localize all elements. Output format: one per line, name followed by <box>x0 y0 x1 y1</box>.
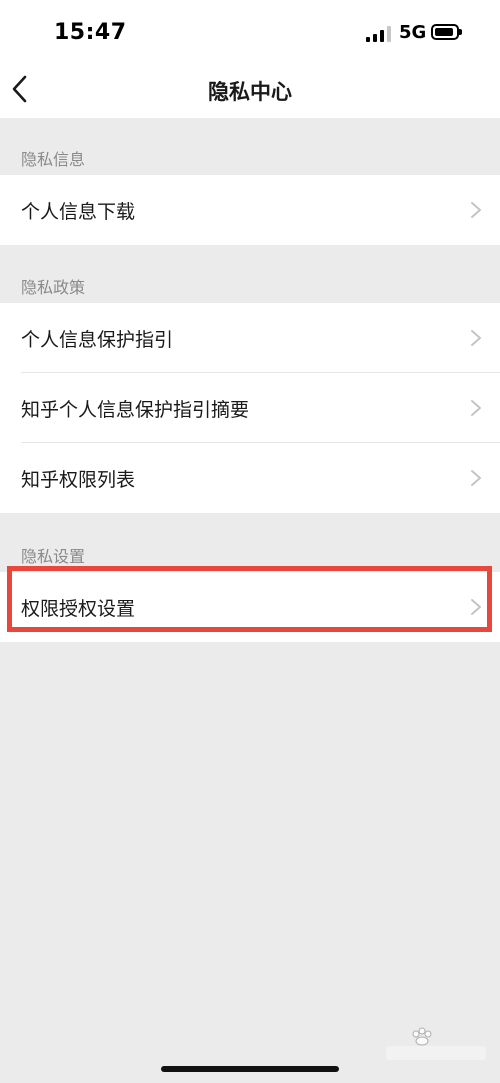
baidu-jingyan-watermark-icon <box>386 1027 486 1060</box>
chevron-right-icon <box>471 330 481 346</box>
section-header-privacy-settings: 隐私设置 <box>21 547 86 566</box>
chevron-right-icon <box>471 470 481 486</box>
row-label: 权限授权设置 <box>21 598 136 620</box>
row-label: 个人信息保护指引 <box>21 329 174 351</box>
chevron-right-icon <box>471 599 481 615</box>
row-permission-authorization-settings[interactable]: 权限授权设置 <box>0 572 500 642</box>
row-permission-list[interactable]: 知乎权限列表 <box>0 443 500 513</box>
signal-bars-icon <box>366 26 392 42</box>
row-label: 知乎权限列表 <box>21 469 136 491</box>
status-time: 15:47 <box>54 20 127 45</box>
network-type: 5G <box>399 22 427 43</box>
battery-icon <box>431 24 462 40</box>
navigation-bar: 隐私中心 <box>0 62 500 118</box>
row-personal-info-protection-guide[interactable]: 个人信息保护指引 <box>0 303 500 373</box>
chevron-right-icon <box>471 400 481 416</box>
row-label: 知乎个人信息保护指引摘要 <box>21 399 250 421</box>
row-protection-guide-summary[interactable]: 知乎个人信息保护指引摘要 <box>0 373 500 443</box>
status-bar: 15:47 5G <box>0 0 500 62</box>
section-header-privacy-policy: 隐私政策 <box>21 278 86 297</box>
chevron-right-icon <box>471 202 481 218</box>
section-header-privacy-info: 隐私信息 <box>21 150 86 169</box>
row-label: 个人信息下载 <box>21 201 136 223</box>
row-personal-info-download[interactable]: 个人信息下载 <box>0 175 500 245</box>
page-title: 隐私中心 <box>208 80 292 104</box>
home-indicator[interactable] <box>161 1066 339 1072</box>
